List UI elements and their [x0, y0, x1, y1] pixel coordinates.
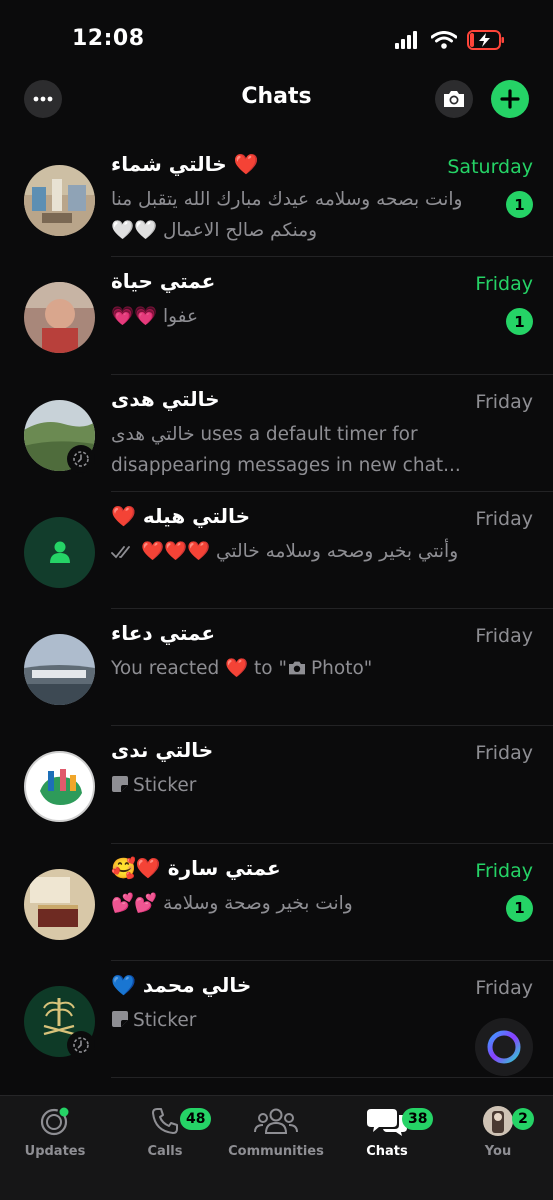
tab-calls[interactable]: Calls 48 — [115, 1104, 215, 1159]
unread-badge: 1 — [506, 308, 533, 336]
unread-badge: 1 — [506, 894, 533, 922]
default-contact-icon — [49, 541, 70, 564]
sticker-icon — [112, 776, 128, 793]
avatar — [24, 516, 95, 588]
chat-row[interactable]: خالتي ندى Friday Sticker — [0, 726, 553, 845]
chat-time: Friday — [475, 742, 533, 765]
meta-ai-button[interactable] — [475, 1018, 533, 1076]
chat-name: عمتي حياة — [111, 269, 216, 294]
chat-time: Friday — [475, 507, 533, 530]
calls-badge: 48 — [180, 1108, 212, 1130]
avatar — [24, 751, 95, 823]
unread-badge: 1 — [506, 191, 533, 218]
chat-name: عمتي دعاء — [111, 621, 216, 646]
chat-name: ❤️ خالتي شماء — [111, 152, 259, 176]
chat-row[interactable]: خالي محمد 💙 Friday Sticker — [0, 961, 553, 1079]
chat-row[interactable]: عمتي دعاء Friday You reacted ❤️ to " Phot… — [0, 609, 553, 727]
signal-icon — [395, 31, 417, 49]
chat-name: خالي محمد 💙 — [111, 973, 252, 998]
timer-icon — [73, 450, 89, 467]
tab-you[interactable]: You 2 — [448, 1104, 548, 1159]
updates-icon — [40, 1107, 69, 1136]
nav-bar: Chats — [0, 70, 553, 126]
sticker-icon — [112, 1011, 128, 1028]
timer-icon — [73, 1037, 89, 1053]
chat-preview: Sticker — [111, 770, 501, 801]
chat-time: Friday — [475, 273, 533, 296]
chat-preview: وأنتي بخير وصحه وسلامه خالتي ❤️❤️❤️ — [111, 536, 501, 567]
chat-name: خالتي هيله ❤️ — [111, 503, 250, 528]
tab-updates[interactable]: Updates — [5, 1104, 105, 1159]
read-receipt-icon — [111, 545, 130, 559]
tab-communities[interactable]: Communities — [226, 1104, 326, 1159]
new-chat-button[interactable] — [491, 80, 529, 118]
chat-row[interactable]: ❤️ خالتي شماء Saturday وانت بصحه وسلامه … — [0, 140, 553, 258]
you-badge: 2 — [512, 1108, 534, 1130]
tab-chats[interactable]: Chats 38 — [337, 1104, 437, 1159]
disappearing-timer-badge — [67, 1031, 95, 1060]
chats-icon — [367, 1109, 407, 1136]
status-icons — [395, 30, 505, 50]
plus-icon — [500, 89, 520, 109]
chat-preview: Sticker — [111, 1005, 501, 1036]
chat-row[interactable]: خالتي هيله ❤️ Friday وأنتي بخير وصحه وسل… — [0, 492, 553, 610]
camera-button[interactable] — [435, 80, 473, 118]
wifi-icon — [431, 31, 457, 49]
status-bar: 12:08 — [0, 0, 553, 70]
communities-icon — [254, 1108, 298, 1134]
chat-time: Friday — [475, 859, 533, 882]
tab-bar: Updates Calls 48 Communities Chats 38 Yo… — [0, 1095, 553, 1200]
chat-preview: وانت بصحه وسلامه عيدك مبارك الله يتقبل م… — [111, 189, 463, 241]
chat-time: Friday — [475, 390, 533, 413]
status-time: 12:08 — [72, 26, 145, 51]
chat-list: ❤️ خالتي شماء Saturday وانت بصحه وسلامه … — [0, 140, 553, 1095]
chat-name: خالتي ندى — [111, 738, 214, 763]
profile-avatar — [483, 1106, 513, 1136]
meta-ai-icon — [487, 1030, 521, 1064]
chat-name: عمتي سارة ❤️🥰 — [111, 855, 281, 880]
camera-icon — [289, 661, 306, 675]
chat-preview-text: وأنتي بخير وصحه وسلامه خالتي ❤️❤️❤️ — [141, 540, 459, 562]
chat-preview: عفوا 💗💗 — [111, 306, 199, 328]
chat-preview: وانت بخير وصحة وسلامة 💕💕 — [111, 892, 353, 914]
chat-row[interactable]: عمتي حياة Friday عفوا 💗💗 1 — [0, 257, 553, 375]
chats-badge: 38 — [402, 1108, 434, 1130]
avatar — [24, 282, 95, 354]
phone-icon — [152, 1108, 178, 1134]
avatar — [24, 634, 95, 706]
chat-time: Friday — [475, 625, 533, 648]
chat-row[interactable]: خالتي هدى Friday خالتي هدى uses a defaul… — [0, 375, 553, 493]
avatar — [24, 868, 95, 940]
chat-preview: خالتي هدى uses a default timer for disap… — [111, 423, 461, 476]
chat-row[interactable]: عمتي سارة ❤️🥰 Friday وانت بخير وصحة وسلا… — [0, 844, 553, 962]
chat-time: Friday — [475, 977, 533, 1000]
reaction-heart: ❤️ — [225, 658, 249, 680]
avatar — [24, 165, 95, 236]
camera-icon — [444, 91, 464, 107]
battery-charging-icon — [467, 30, 504, 50]
chat-preview: You reacted ❤️ to " Photo" — [111, 658, 373, 680]
chat-time: Saturday — [447, 156, 533, 178]
chat-name: خالتي هدى — [111, 386, 220, 411]
disappearing-timer-badge — [67, 444, 95, 473]
